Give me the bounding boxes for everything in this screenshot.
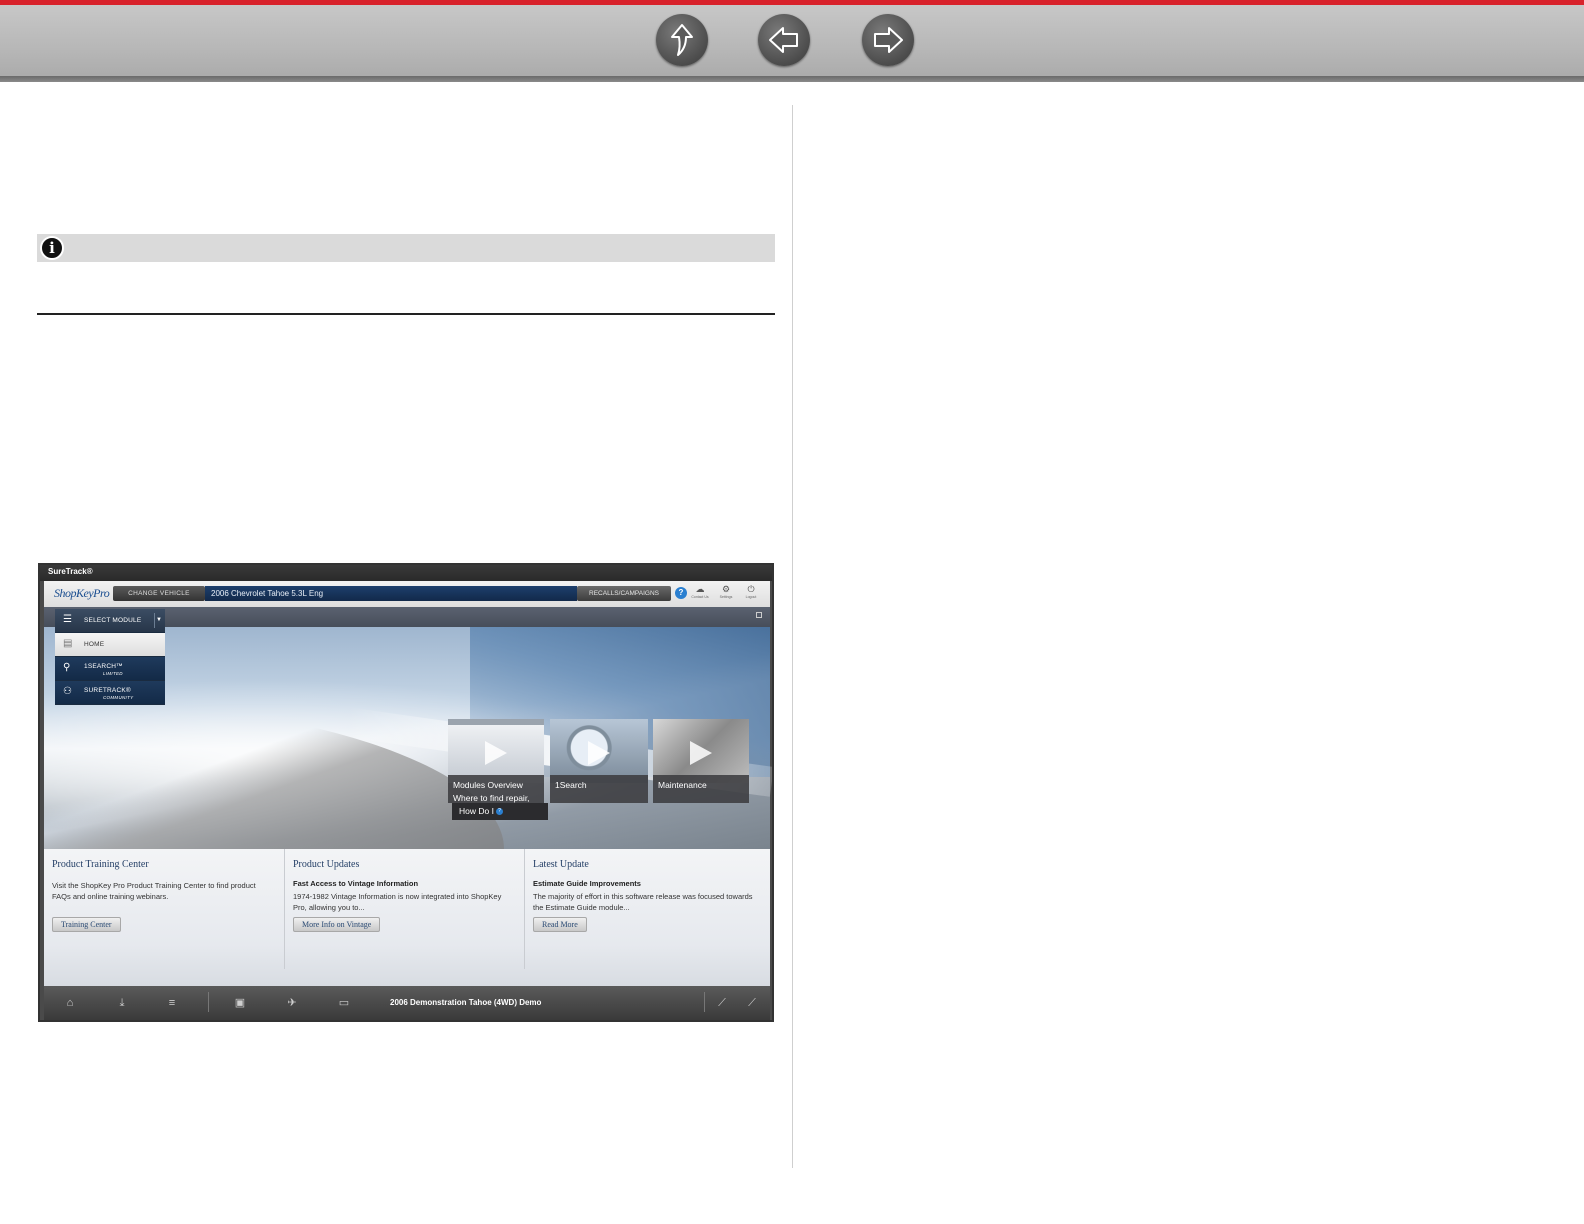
panel-body: The majority of effort in this software … xyxy=(533,892,753,912)
video-title: Maintenance xyxy=(658,780,707,790)
accent-stripe xyxy=(0,0,1584,5)
garage-icon[interactable]: ⌂ xyxy=(62,995,78,1011)
menu-item-sublabel: LIMITED xyxy=(103,671,123,676)
forward-arrow-button[interactable] xyxy=(862,14,914,66)
toolbar-divider xyxy=(208,992,209,1012)
up-arrow-icon xyxy=(671,24,693,56)
play-icon xyxy=(588,741,610,765)
left-arrow-icon xyxy=(769,27,798,53)
resize-icon[interactable]: ⟋ xyxy=(714,995,730,1011)
tools-icon[interactable]: ✈ xyxy=(284,995,300,1011)
more-info-vintage-button[interactable]: More Info on Vintage xyxy=(293,917,381,932)
download-icon[interactable]: ⤓ xyxy=(114,995,130,1011)
settings-icon: ⚙ xyxy=(721,584,731,594)
panel-product-updates: Product Updates Fast Access to Vintage I… xyxy=(284,849,522,969)
up-arrow-button[interactable] xyxy=(656,14,708,66)
menu-item-suretrack[interactable]: ⚇ SURETRACK® COMMUNITY xyxy=(55,681,165,705)
report-icon[interactable]: ▣ xyxy=(232,995,248,1011)
module-list-icon: ☰ xyxy=(63,614,72,625)
video-tile-1search[interactable]: 1Search xyxy=(550,719,648,803)
help-icon[interactable]: ? xyxy=(675,587,687,599)
select-module-label: SELECT MODULE xyxy=(84,617,142,624)
settings-button[interactable]: ⚙ Settings xyxy=(715,583,737,605)
panel-title: Latest Update xyxy=(533,859,589,870)
vehicle-name: 2006 Chevrolet Tahoe 5.3L Eng xyxy=(205,586,577,601)
folder-icon[interactable]: ▭ xyxy=(336,995,352,1011)
video-title: Modules Overview xyxy=(453,780,523,790)
info-panels: Product Training Center Visit the ShopKe… xyxy=(44,849,770,986)
menu-item-sublabel: COMMUNITY xyxy=(103,695,134,700)
demo-vehicle-label: 2006 Demonstration Tahoe (4WD) Demo xyxy=(390,998,542,1007)
menu-item-home[interactable]: ▤ HOME xyxy=(55,633,165,657)
recalls-campaigns-button[interactable]: RECALLS/CAMPAIGNS xyxy=(577,586,671,601)
column-divider xyxy=(792,105,793,1168)
panel-body: 1974-1982 Vintage Information is now int… xyxy=(293,892,502,912)
right-arrow-icon xyxy=(874,27,903,53)
menu-item-label: 1SEARCH™ xyxy=(84,663,123,670)
app-header: ShopKeyPro CHANGE VEHICLE 2006 Chevrolet… xyxy=(44,581,770,607)
training-center-button[interactable]: Training Center xyxy=(52,917,121,932)
list-icon[interactable]: ≡ xyxy=(164,995,180,1011)
resize-icon[interactable]: ⟋ xyxy=(744,995,760,1011)
panel-training-center: Product Training Center Visit the ShopKe… xyxy=(44,849,282,969)
note-rule xyxy=(37,313,775,315)
search-icon: ⚲ xyxy=(63,662,71,673)
contact-us-button[interactable]: ☁ Contact Us xyxy=(689,583,711,605)
settings-label: Settings xyxy=(719,595,733,599)
logout-button[interactable]: ⏻ Logout xyxy=(740,583,762,605)
help-icon: ? xyxy=(495,808,503,816)
info-icon: i xyxy=(40,236,64,260)
toolbar-divider xyxy=(704,992,705,1012)
chevron-down-icon: ▼ xyxy=(154,613,163,628)
bottom-toolbar: ⌂ ⤓ ≡ ▣ ✈ ▭ 2006 Demonstration Tahoe (4W… xyxy=(44,986,770,1020)
change-vehicle-button[interactable]: CHANGE VEHICLE xyxy=(113,586,205,601)
video-tile-modules-overview[interactable]: Modules Overview Where to find repair, xyxy=(448,719,544,803)
menu-item-label: SURETRACK® xyxy=(84,687,131,694)
navigation-bar-shadow xyxy=(0,76,1584,82)
home-icon: ▤ xyxy=(63,638,73,649)
community-icon: ⚇ xyxy=(63,686,72,697)
video-caption: 1Search xyxy=(550,775,648,803)
contact-us-label: Contact Us xyxy=(691,595,709,599)
panel-title: Product Training Center xyxy=(52,859,149,870)
navigation-bar xyxy=(0,0,1584,82)
video-caption: Modules Overview Where to find repair, xyxy=(448,775,544,803)
play-icon xyxy=(690,741,712,765)
restore-icon[interactable] xyxy=(756,612,762,618)
read-more-button[interactable]: Read More xyxy=(533,917,587,932)
play-icon xyxy=(485,741,507,765)
logout-icon: ⏻ xyxy=(747,584,755,594)
panel-title: Product Updates xyxy=(293,859,360,870)
software-screenshot: SureTrack® ShopKeyPro CHANGE VEHICLE 200… xyxy=(38,563,774,1022)
panel-subtitle: Fast Access to Vintage Information xyxy=(293,879,419,888)
panel-latest-update: Latest Update Estimate Guide Improvement… xyxy=(524,849,762,969)
manual-page: i SureTrack® ShopKeyPro CHANGE VEHICLE 2… xyxy=(0,0,1584,1224)
contact-us-icon: ☁ xyxy=(695,584,705,594)
back-arrow-button[interactable] xyxy=(758,14,810,66)
video-title: 1Search xyxy=(555,780,587,790)
logout-label: Logout xyxy=(745,595,757,599)
video-subtitle: Where to find repair, xyxy=(453,793,530,803)
shopkey-pro-logo: ShopKeyPro xyxy=(54,586,110,600)
panel-body: Visit the ShopKey Pro Product Training C… xyxy=(52,881,256,901)
video-tile-maintenance[interactable]: Maintenance xyxy=(653,719,749,803)
video-caption: Maintenance xyxy=(653,775,749,803)
how-do-i-label: How Do I xyxy=(459,806,494,816)
menu-item-1search[interactable]: ⚲ 1SEARCH™ LIMITED xyxy=(55,657,165,681)
module-menu: ☰ SELECT MODULE ▼ ▤ HOME ⚲ 1SEARCH™ LIMI… xyxy=(55,609,165,705)
panel-subtitle: Estimate Guide Improvements xyxy=(533,879,641,888)
menu-item-label: HOME xyxy=(84,641,105,648)
note-bar: i xyxy=(37,234,775,262)
window-titlebar: SureTrack® xyxy=(40,565,772,581)
how-do-i-button[interactable]: How Do I? xyxy=(452,803,548,820)
window-title: SureTrack® xyxy=(48,567,93,576)
select-module-dropdown[interactable]: ☰ SELECT MODULE ▼ xyxy=(55,609,165,633)
